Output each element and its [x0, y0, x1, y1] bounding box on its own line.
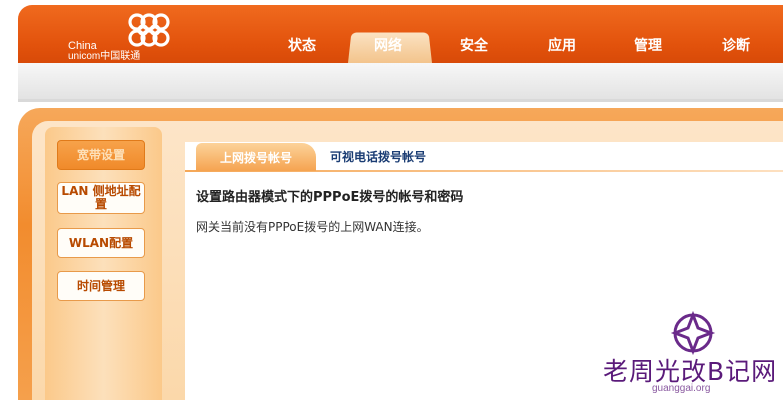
- sidebar-item-time[interactable]: 时间管理: [57, 271, 145, 301]
- nav-item-network[interactable]: 网络: [374, 35, 402, 55]
- sidebar-item-wlan[interactable]: WLAN配置: [57, 228, 145, 258]
- nav-item-manage[interactable]: 管理: [634, 35, 662, 55]
- sub-header-divider: [18, 99, 783, 102]
- sidebar-item-broadband[interactable]: 宽带设置: [57, 140, 145, 170]
- brand-logo: China unicom中国联通: [68, 11, 188, 63]
- nav-item-apps[interactable]: 应用: [548, 35, 576, 55]
- sub-header-band: [18, 63, 783, 99]
- nav-item-security[interactable]: 安全: [460, 35, 488, 55]
- nav-item-diagnose[interactable]: 诊断: [722, 35, 750, 55]
- tab-video-phone-dial-account[interactable]: 可视电话拨号帐号: [330, 148, 426, 168]
- brand-name-cn: unicom中国联通: [68, 51, 141, 62]
- nav-item-status[interactable]: 状态: [288, 35, 316, 55]
- page-title: 设置路由器模式下的PPPoE拨号的帐号和密码: [196, 190, 464, 205]
- top-header: China unicom中国联通 状态 网络 安全 应用 管理 诊断: [18, 5, 783, 63]
- watermark-emblem-icon: [670, 310, 716, 356]
- status-message: 网关当前没有PPPoE拨号的上网WAN连接。: [196, 220, 429, 234]
- watermark-url: guanggai.org: [652, 383, 711, 394]
- unicom-knot-icon: [128, 13, 170, 47]
- tab-internet-dial-account[interactable]: 上网拨号帐号: [196, 143, 316, 171]
- sidebar-item-lan-address[interactable]: LAN 侧地址配置: [57, 182, 145, 214]
